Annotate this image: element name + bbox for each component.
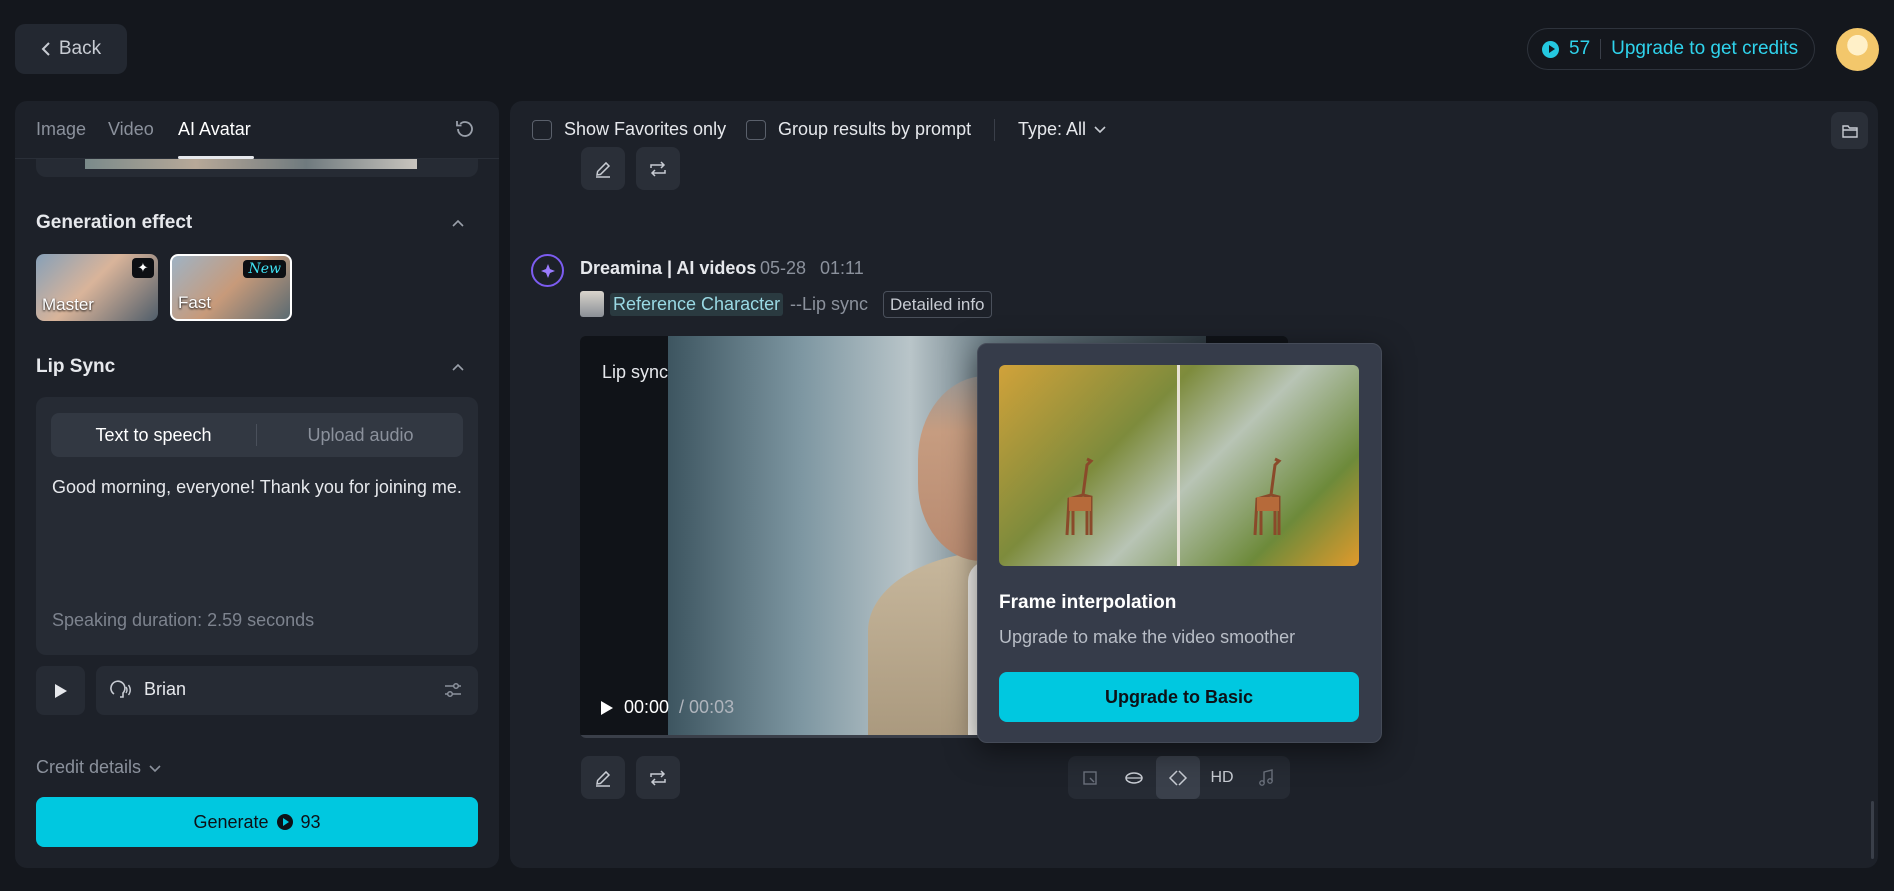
giraffe-figure xyxy=(1253,457,1282,536)
reference-image xyxy=(85,159,417,169)
play-icon[interactable] xyxy=(600,700,614,716)
mode-tag: --Lip sync xyxy=(790,294,869,314)
regenerate-button[interactable] xyxy=(636,147,680,190)
popover-title: Frame interpolation xyxy=(999,592,1177,613)
lip-sync-button[interactable] xyxy=(1112,756,1156,799)
voice-name: Brian xyxy=(144,679,187,699)
generation-effect-title: Generation effect xyxy=(36,212,193,233)
lip-sync-box: Text to speech Upload audio Good morning… xyxy=(36,397,478,655)
lip-sync-title: Lip Sync xyxy=(36,356,116,377)
credits-pill[interactable]: 57 Upgrade to get credits xyxy=(1527,28,1815,70)
reference-label: Reference Character xyxy=(610,292,784,316)
tab-ai-avatar[interactable]: AI Avatar xyxy=(178,119,251,140)
frame-interpolation-button[interactable] xyxy=(1156,756,1200,799)
back-button[interactable]: Back xyxy=(15,24,127,74)
play-icon xyxy=(54,683,67,698)
settings-sliders-icon[interactable] xyxy=(443,680,463,700)
reference-character-chip[interactable]: Reference Character xyxy=(580,291,784,317)
generate-label: Generate xyxy=(193,811,269,832)
upload-audio-tab[interactable]: Upload audio xyxy=(258,413,463,457)
voice-icon xyxy=(110,680,131,698)
lips-icon xyxy=(1125,771,1143,784)
item-date: 05-28 xyxy=(760,258,807,278)
item-author: Dreamina | AI videos xyxy=(580,258,757,278)
video-label: Lip sync xyxy=(602,362,669,382)
crop-icon xyxy=(1083,770,1097,785)
left-panel: Image Video AI Avatar Generation effect … xyxy=(15,101,499,868)
repeat-icon xyxy=(650,160,666,177)
hd-button[interactable]: HD xyxy=(1200,756,1244,799)
credits-count: 57 xyxy=(1569,38,1591,59)
generate-cost: 93 xyxy=(300,811,321,832)
new-badge: New xyxy=(243,260,286,278)
popover-subtitle: Upgrade to make the video smoother xyxy=(999,627,1296,647)
user-avatar[interactable] xyxy=(1836,28,1879,71)
effect-label: Master xyxy=(42,295,94,314)
favorites-label[interactable]: Show Favorites only xyxy=(564,119,726,140)
back-label: Back xyxy=(58,38,102,59)
audio-button[interactable] xyxy=(1244,756,1288,799)
effect-fast[interactable]: New Fast xyxy=(170,254,292,321)
dreamina-logo-icon xyxy=(531,254,564,287)
effect-label: Fast xyxy=(178,293,212,312)
divider xyxy=(256,424,257,446)
regenerate-button[interactable] xyxy=(636,756,680,799)
chevron-down-icon xyxy=(149,764,161,772)
comparison-image xyxy=(999,365,1359,566)
detailed-info-button[interactable]: Detailed info xyxy=(883,291,992,318)
frame-interpolation-popover: Frame interpolation Upgrade to make the … xyxy=(977,343,1382,743)
divider xyxy=(1600,39,1602,59)
music-note-icon xyxy=(1259,768,1273,786)
repeat-icon xyxy=(650,769,666,786)
chevron-left-icon xyxy=(41,42,50,56)
lip-sync-mode-toggle: Text to speech Upload audio xyxy=(51,413,463,457)
generate-button[interactable]: Generate 93 xyxy=(36,797,478,847)
reset-icon[interactable] xyxy=(453,117,477,141)
voice-selector[interactable]: Brian xyxy=(96,666,478,715)
sparkle-badge: ✦ xyxy=(132,258,154,278)
upgrade-link[interactable]: Upgrade to get credits xyxy=(1611,38,1798,60)
chevron-up-icon[interactable] xyxy=(451,216,465,230)
credit-details-label: Credit details xyxy=(36,757,142,777)
reference-thumbnail xyxy=(580,291,604,317)
pencil-icon xyxy=(596,770,611,787)
group-checkbox[interactable] xyxy=(746,120,766,140)
tab-image[interactable]: Image xyxy=(36,119,86,140)
favorites-checkbox[interactable] xyxy=(532,120,552,140)
tab-video[interactable]: Video xyxy=(108,119,154,140)
interpolation-icon xyxy=(1168,769,1188,786)
voice-preview-button[interactable] xyxy=(36,666,85,715)
current-time: 00:00 xyxy=(624,697,670,717)
folder-button[interactable] xyxy=(1831,112,1868,149)
giraffe-figure xyxy=(1065,457,1094,536)
comparison-divider xyxy=(1177,365,1180,566)
upscale-button[interactable] xyxy=(1068,756,1112,799)
edit-button[interactable] xyxy=(581,147,625,190)
credit-coin-icon xyxy=(1542,40,1559,58)
divider xyxy=(994,119,995,141)
filter-bar: Show Favorites only Group results by pro… xyxy=(510,101,1878,159)
pencil-icon xyxy=(596,161,611,178)
folder-icon xyxy=(1841,124,1858,138)
effect-master[interactable]: ✦ Master xyxy=(36,254,158,321)
upgrade-to-basic-button[interactable]: Upgrade to Basic xyxy=(999,672,1359,722)
speaking-duration: Speaking duration: 2.59 seconds xyxy=(52,610,315,630)
video-toolbar: HD xyxy=(1068,756,1290,799)
speech-text-input[interactable]: Good morning, everyone! Thank you for jo… xyxy=(52,474,462,501)
credit-coin-icon xyxy=(276,814,293,830)
mode-tabs: Image Video AI Avatar xyxy=(15,101,499,159)
group-label[interactable]: Group results by prompt xyxy=(778,119,971,140)
chevron-down-icon[interactable] xyxy=(1094,124,1106,134)
type-filter[interactable]: Type: All xyxy=(1018,119,1086,140)
credit-details-toggle[interactable]: Credit details xyxy=(36,757,161,778)
scrollbar[interactable] xyxy=(1871,801,1874,859)
item-time: 01:11 xyxy=(820,258,864,278)
chevron-up-icon[interactable] xyxy=(451,360,465,374)
total-time: / 00:03 xyxy=(679,697,735,717)
edit-button[interactable] xyxy=(581,756,625,799)
text-to-speech-tab[interactable]: Text to speech xyxy=(51,413,256,457)
video-controls: 00:00 / 00:03 xyxy=(600,697,734,718)
